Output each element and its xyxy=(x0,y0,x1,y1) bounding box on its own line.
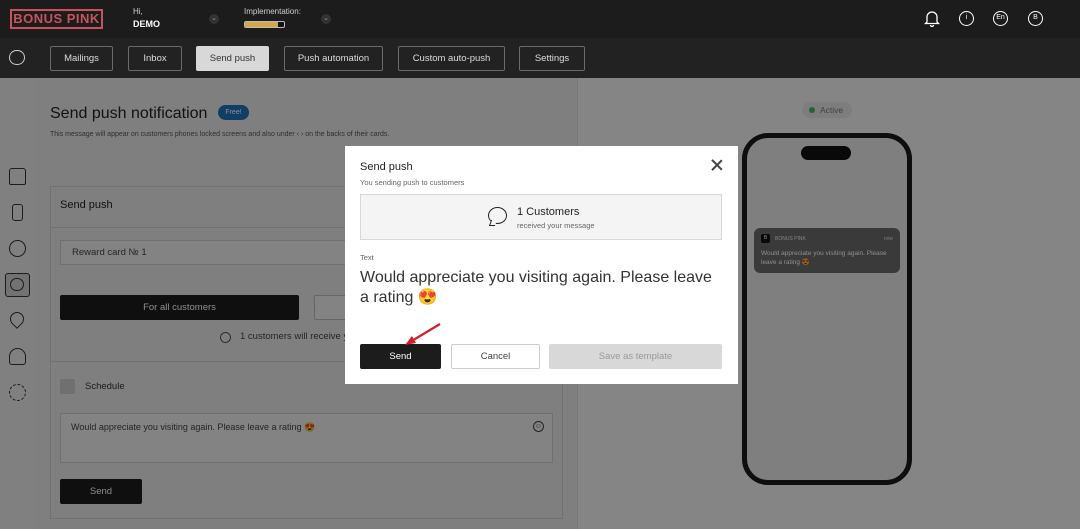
tab-custom-auto-push[interactable]: Custom auto-push xyxy=(398,46,505,71)
recipients-summary: 1 Customers received your message xyxy=(360,194,722,240)
user-menu-chevron-icon[interactable]: ⌄ xyxy=(209,14,219,24)
nav-bar: Mailings Inbox Send push Push automation… xyxy=(0,38,1080,78)
chat-bubble-icon xyxy=(488,207,507,224)
close-icon[interactable] xyxy=(711,159,723,171)
implementation-chevron-icon[interactable]: ⌄ xyxy=(321,14,331,24)
tab-push-automation[interactable]: Push automation xyxy=(284,46,383,71)
tab-inbox[interactable]: Inbox xyxy=(128,46,182,71)
message-preview-text: Would appreciate you visiting again. Ple… xyxy=(360,269,712,306)
recipients-count: 1 Customers xyxy=(517,206,580,218)
text-label: Text xyxy=(360,253,374,262)
modal-title: Send push xyxy=(360,161,413,173)
bell-icon[interactable] xyxy=(924,10,940,27)
brand-logo[interactable]: BONUS PINK xyxy=(10,9,103,29)
modal-cancel-button[interactable]: Cancel xyxy=(451,344,540,369)
pointer-arrow-icon xyxy=(405,323,441,345)
avatar-icon[interactable]: B xyxy=(1028,11,1043,26)
recipients-caption: received your message xyxy=(517,221,595,230)
tab-settings[interactable]: Settings xyxy=(519,46,585,71)
modal-subtitle: You sending push to customers xyxy=(360,178,465,187)
user-name: DEMO xyxy=(133,19,160,29)
implementation-progress-fill xyxy=(245,22,279,27)
info-icon[interactable]: i xyxy=(959,11,974,26)
tab-mailings[interactable]: Mailings xyxy=(50,46,113,71)
top-bar: BONUS PINK Hi, DEMO ⌄ Implementation: ⌄ … xyxy=(0,0,1080,38)
greeting: Hi, xyxy=(133,7,143,16)
language-icon[interactable]: En xyxy=(993,11,1008,26)
implementation-progress xyxy=(244,21,285,28)
tab-send-push[interactable]: Send push xyxy=(196,46,269,71)
chat-icon[interactable] xyxy=(9,50,25,65)
save-as-template-button[interactable]: Save as template xyxy=(549,344,722,369)
implementation-label: Implementation: xyxy=(244,7,301,16)
